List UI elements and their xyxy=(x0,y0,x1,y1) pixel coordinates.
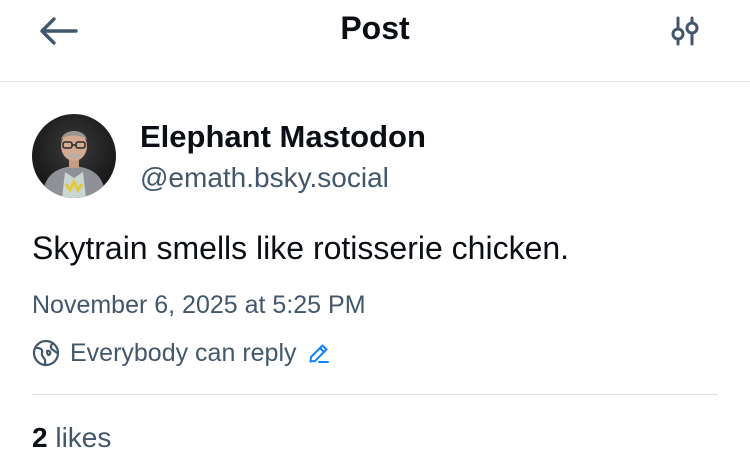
top-bar: Post xyxy=(0,0,750,82)
globe-icon xyxy=(32,339,60,367)
author-display-name[interactable]: Elephant Mastodon xyxy=(140,118,426,156)
page-title: Post xyxy=(340,10,410,46)
sliders-icon xyxy=(668,15,702,47)
post-thread-item: Elephant Mastodon @emath.bsky.social Sky… xyxy=(0,82,750,473)
reply-settings-button[interactable]: Everybody can reply xyxy=(32,336,331,370)
divider xyxy=(32,394,718,395)
pencil-icon xyxy=(307,341,331,365)
likes-link[interactable]: 2 likes xyxy=(32,420,111,456)
thread-settings-button[interactable] xyxy=(664,12,706,50)
reply-setting-label: Everybody can reply xyxy=(70,339,297,367)
likes-label: likes xyxy=(55,422,112,453)
avatar[interactable] xyxy=(32,114,116,198)
post-timestamp: November 6, 2025 at 5:25 PM xyxy=(32,291,366,319)
likes-count: 2 xyxy=(32,422,48,453)
author-handle[interactable]: @emath.bsky.social xyxy=(140,160,389,196)
post-text: Skytrain smells like rotisserie chicken. xyxy=(32,230,570,266)
